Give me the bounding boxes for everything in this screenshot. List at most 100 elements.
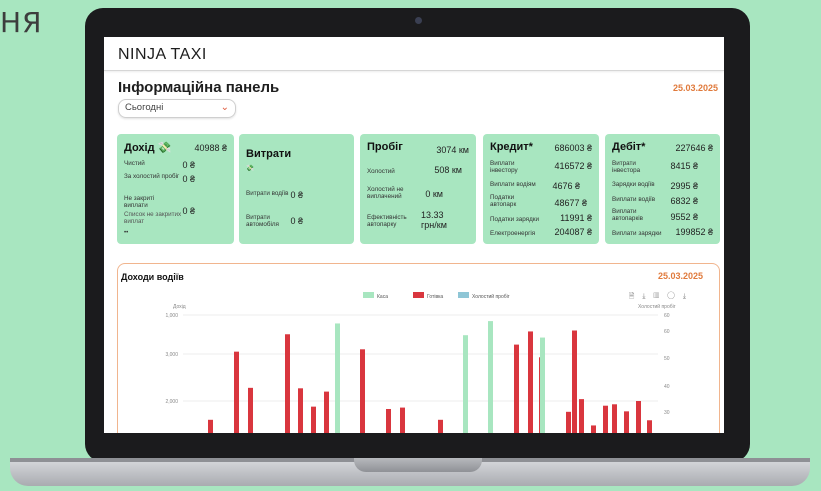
bar-cash bbox=[311, 406, 316, 433]
legend-swatch bbox=[413, 292, 424, 298]
y-tick-right: 30 bbox=[664, 410, 670, 416]
income-idle-value: 0 ₴ bbox=[182, 174, 195, 184]
laptop-screen: NINJA TAXI Інформаційна панель 25.03.202… bbox=[104, 37, 724, 433]
period-select[interactable]: Сьогодні ⌄ bbox=[118, 99, 236, 118]
fleet-taxes-value: 48677 ₴ bbox=[554, 198, 587, 208]
bar-cash bbox=[298, 388, 303, 433]
electricity-value: 204087 ₴ bbox=[554, 227, 592, 237]
credit-total: 686003 ₴ bbox=[554, 143, 592, 153]
bar-kasa bbox=[540, 337, 545, 433]
camera-icon bbox=[415, 17, 422, 24]
income-net-label: Чистий bbox=[124, 160, 145, 167]
charging-payments-value: 199852 ₴ bbox=[675, 227, 713, 237]
driver-charging-value: 2995 ₴ bbox=[670, 181, 698, 191]
legend-label: Готівка bbox=[427, 294, 443, 300]
y-tick-right: 60 bbox=[664, 313, 670, 319]
bar-cash bbox=[612, 404, 617, 433]
driver-expenses-label: Витрати водіїв bbox=[246, 190, 289, 197]
unpaid-idle-value: 0 км bbox=[425, 189, 443, 199]
charging-taxes-value: 11991 ₴ bbox=[560, 213, 592, 223]
investor-payouts-value: 416572 ₴ bbox=[554, 161, 592, 171]
bar-cash bbox=[386, 408, 391, 433]
investor-expenses-value: 8415 ₴ bbox=[670, 161, 698, 171]
bar-cash bbox=[636, 401, 641, 433]
mileage-total: 3074 км bbox=[436, 145, 469, 155]
legend-label: Холостий пробіг bbox=[472, 293, 510, 300]
debit-total: 227646 ₴ bbox=[675, 143, 713, 153]
charging-payments-label: Виплати зарядки bbox=[612, 230, 662, 237]
expenses-card: Витрати 💸 Витрати водіїв 0 ₴ Витрати авто… bbox=[239, 134, 354, 244]
income-net-value: 0 ₴ bbox=[182, 160, 195, 170]
driver-payouts-label: Виплати водіям bbox=[490, 181, 536, 188]
charging-taxes-label: Податки зарядки bbox=[490, 216, 540, 223]
money-icon: 💸 bbox=[246, 165, 254, 172]
header-date: 25.03.2025 bbox=[672, 83, 718, 93]
driver-expenses-value: 0 ₴ bbox=[290, 190, 303, 200]
chevron-down-icon: ⌄ bbox=[220, 102, 229, 113]
bar-cash bbox=[324, 391, 329, 433]
car-expenses-value: 0 ₴ bbox=[290, 216, 303, 226]
fleet-payments-label: Виплати автопарків bbox=[612, 208, 643, 222]
expenses-card-title: Витрати bbox=[246, 148, 292, 160]
income-card: Дохід 💸 40988 ₴ Чистий 0 ₴ За холостий пр… bbox=[117, 134, 234, 244]
bar-cash bbox=[647, 420, 652, 433]
driver-payouts-value: 4676 ₴ bbox=[552, 181, 580, 191]
more-dots-icon[interactable]: •• bbox=[124, 230, 128, 236]
bar-cash bbox=[208, 419, 213, 433]
car-expenses-label: Витрати автомобіля bbox=[246, 214, 279, 228]
fleet-efficiency-label: Ефективність автопарку bbox=[367, 214, 407, 228]
brand-logo[interactable]: NINJA TAXI bbox=[118, 46, 207, 63]
bar-cash bbox=[603, 405, 608, 433]
top-navbar: NINJA TAXI bbox=[104, 37, 724, 71]
bar-cash bbox=[514, 344, 519, 433]
open-payouts-link[interactable]: Список не закритих виплат bbox=[124, 211, 181, 225]
debit-card: Дебіт* 227646 ₴ Витрати інвестора 8415 ₴… bbox=[605, 134, 720, 244]
bar-cash bbox=[360, 349, 365, 433]
unpaid-idle-label: Холостий не виплачений bbox=[367, 186, 404, 200]
bar-kasa bbox=[488, 321, 493, 433]
y-tick-left: 1,000 bbox=[165, 313, 178, 319]
money-icon: 💸 bbox=[157, 142, 172, 154]
laptop-notch bbox=[354, 458, 482, 472]
legend-swatch bbox=[363, 292, 374, 298]
mileage-card: Пробіг 3074 км Холостий 508 км Холостий … bbox=[360, 134, 476, 244]
income-total: 40988 ₴ bbox=[194, 143, 227, 153]
legend-label: Каса bbox=[377, 294, 388, 300]
credit-card: Кредит* 686003 ₴ Виплати інвестору 41657… bbox=[483, 134, 599, 244]
idle-mileage-value: 508 км bbox=[434, 165, 462, 175]
background-heading-fragment: НЯ bbox=[0, 6, 43, 39]
bar-kasa bbox=[463, 335, 468, 433]
bar-cash bbox=[285, 334, 290, 433]
page-title: Інформаційна панель bbox=[118, 79, 280, 96]
bar-kasa bbox=[335, 323, 340, 433]
bar-cash bbox=[528, 331, 533, 433]
y-tick-right: 40 bbox=[664, 384, 670, 390]
y-tick-left: 3,000 bbox=[165, 352, 178, 358]
bar-cash bbox=[234, 351, 239, 433]
fleet-taxes-label: Податки автопарк bbox=[490, 194, 517, 208]
bar-cash bbox=[579, 399, 584, 433]
legend-swatch bbox=[458, 292, 469, 298]
bar-cash bbox=[438, 419, 443, 433]
income-idle-label: За холостий пробіг bbox=[124, 173, 180, 180]
fleet-efficiency-value: 13.33 грн/км bbox=[421, 210, 447, 230]
bar-cash bbox=[624, 411, 629, 433]
period-select-value: Сьогодні bbox=[125, 102, 164, 113]
y-axis-label-right: Холостий пробіг bbox=[638, 303, 676, 310]
y-tick-right: 60 bbox=[664, 329, 670, 335]
bar-cash bbox=[566, 411, 571, 433]
investor-expenses-label: Витрати інвестора bbox=[612, 160, 641, 174]
driver-charging-label: Зарядки водіїв bbox=[612, 181, 655, 188]
electricity-label: Електроенергія bbox=[490, 230, 536, 237]
driver-income-chart: Каса Готівка Холостий пробіг Дохід Холостий … bbox=[165, 292, 676, 433]
bar-cash bbox=[572, 330, 577, 433]
y-axis-label-left: Дохід bbox=[173, 304, 186, 310]
bar-cash bbox=[400, 407, 405, 433]
y-tick-right: 50 bbox=[664, 356, 670, 362]
driver-payments-label: Виплати водіїв bbox=[612, 196, 656, 203]
bar-cash bbox=[248, 387, 253, 433]
investor-payouts-label: Виплати інвестору bbox=[490, 160, 518, 174]
fleet-payments-value: 9552 ₴ bbox=[670, 212, 698, 222]
driver-payments-value: 6832 ₴ bbox=[670, 196, 698, 206]
summary-cards: Дохід 💸 40988 ₴ Чистий 0 ₴ За холостий пр… bbox=[117, 134, 720, 244]
